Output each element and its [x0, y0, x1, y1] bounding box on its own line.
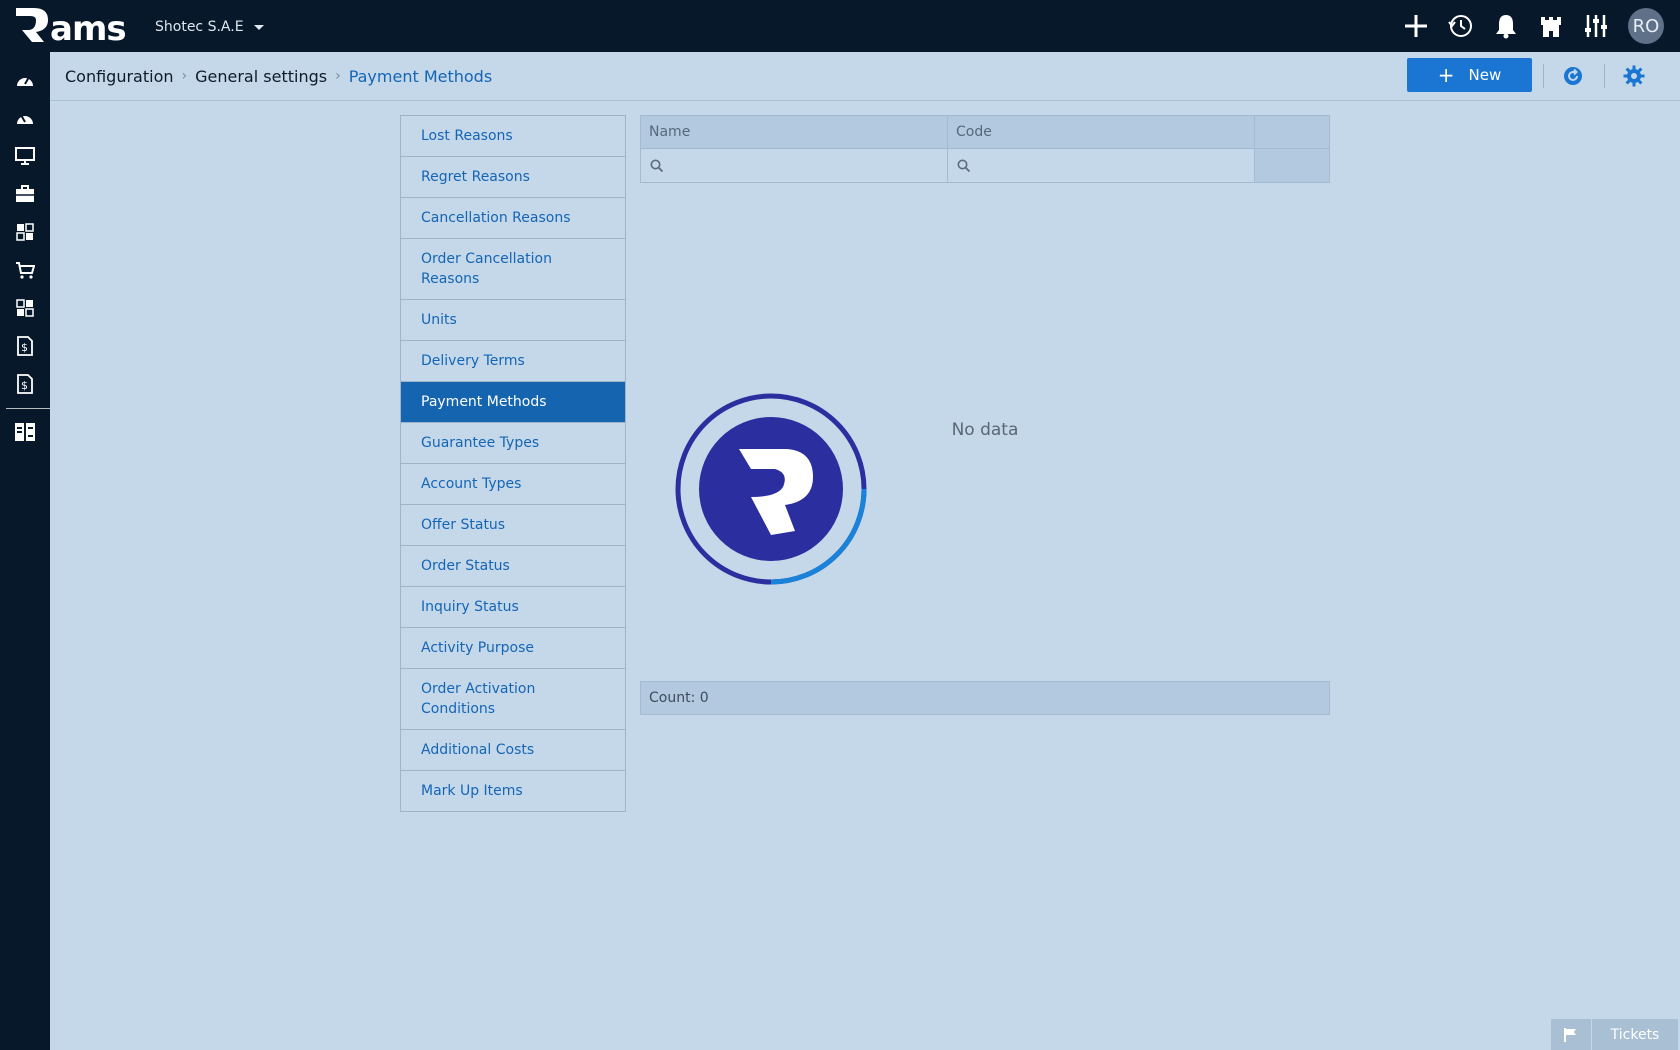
settings-item-cancellation-reasons[interactable]: Cancellation Reasons	[401, 198, 625, 239]
settings-item-lost-reasons[interactable]: Lost Reasons	[401, 116, 625, 157]
modules-alt-icon[interactable]	[0, 290, 50, 326]
app-logo[interactable]: ams	[10, 4, 132, 49]
new-button-label: New	[1468, 66, 1502, 84]
refresh-icon[interactable]	[1559, 62, 1587, 90]
settings-item-additional-costs[interactable]: Additional Costs	[401, 730, 625, 771]
castle-icon[interactable]	[1533, 8, 1569, 44]
settings-item-offer-status[interactable]: Offer Status	[401, 505, 625, 546]
breadcrumb-bar: Configuration › General settings › Payme…	[50, 52, 1680, 101]
code-filter-input[interactable]	[948, 149, 1255, 182]
cart-icon[interactable]	[0, 252, 50, 288]
modules-icon[interactable]	[0, 214, 50, 250]
breadcrumb-current: Payment Methods	[348, 66, 493, 86]
svg-text:$: $	[21, 341, 28, 354]
invoice-icon[interactable]: $	[0, 328, 50, 364]
grid-header-row: Name Code	[640, 115, 1330, 149]
flag-icon	[1551, 1019, 1592, 1050]
reports-icon[interactable]	[0, 414, 50, 450]
search-icon	[957, 159, 971, 172]
column-header-code[interactable]: Code	[948, 116, 1255, 148]
settings-item-mark-up-items[interactable]: Mark Up Items	[401, 771, 625, 811]
caret-down-icon	[253, 24, 264, 30]
breadcrumb-general-settings[interactable]: General settings	[195, 67, 327, 86]
settings-item-order-status[interactable]: Order Status	[401, 546, 625, 587]
breadcrumb-configuration[interactable]: Configuration	[65, 67, 174, 86]
tickets-button[interactable]: Tickets	[1551, 1019, 1678, 1050]
column-header-name[interactable]: Name	[641, 116, 948, 148]
briefcase-icon[interactable]	[0, 176, 50, 212]
side-nav: $ $	[0, 52, 50, 1050]
search-icon	[650, 159, 664, 172]
sliders-icon[interactable]	[1578, 8, 1614, 44]
plus-icon: +	[1437, 63, 1455, 87]
history-icon[interactable]	[1443, 8, 1479, 44]
company-selector[interactable]: Shotec S.A.E	[155, 0, 264, 52]
company-name: Shotec S.A.E	[155, 19, 244, 35]
user-avatar[interactable]: RO	[1628, 8, 1664, 44]
loading-spinner-icon	[675, 393, 867, 585]
name-filter-input[interactable]	[641, 149, 948, 182]
settings-item-order-cancellation-reasons[interactable]: Order Cancellation Reasons	[401, 239, 625, 300]
settings-item-order-activation-conditions[interactable]: Order Activation Conditions	[401, 669, 625, 730]
plus-icon[interactable]	[1398, 8, 1434, 44]
settings-item-inquiry-status[interactable]: Inquiry Status	[401, 587, 625, 628]
monitor-icon[interactable]	[0, 138, 50, 174]
settings-item-regret-reasons[interactable]: Regret Reasons	[401, 157, 625, 198]
bell-icon[interactable]	[1488, 8, 1524, 44]
sidebar-divider	[6, 408, 50, 409]
data-grid: Name Code	[640, 115, 1330, 183]
gear-icon[interactable]	[1620, 62, 1648, 90]
settings-category-list: Lost Reasons Regret Reasons Cancellation…	[400, 115, 626, 812]
grid-filter-row	[640, 149, 1330, 183]
settings-item-activity-purpose[interactable]: Activity Purpose	[401, 628, 625, 669]
settings-item-guarantee-types[interactable]: Guarantee Types	[401, 423, 625, 464]
settings-item-account-types[interactable]: Account Types	[401, 464, 625, 505]
top-bar: ams Shotec S.A.E RO	[0, 0, 1680, 52]
svg-text:$: $	[21, 379, 28, 392]
settings-item-units[interactable]: Units	[401, 300, 625, 341]
toolbar-divider	[1543, 64, 1544, 88]
chevron-right-icon: ›	[181, 68, 188, 84]
settings-item-delivery-terms[interactable]: Delivery Terms	[401, 341, 625, 382]
filter-actions-cell	[1255, 149, 1329, 182]
invoice-alt-icon[interactable]: $	[0, 366, 50, 402]
dashboard-alt-icon[interactable]	[0, 100, 50, 136]
grid-count: Count: 0	[640, 681, 1330, 715]
settings-item-payment-methods[interactable]: Payment Methods	[401, 382, 625, 423]
svg-text:ams: ams	[50, 9, 126, 46]
breadcrumb: Configuration › General settings › Payme…	[65, 52, 492, 100]
chevron-right-icon: ›	[335, 68, 341, 84]
column-header-actions	[1255, 116, 1329, 148]
tickets-label: Tickets	[1610, 1026, 1660, 1043]
toolbar-divider	[1604, 64, 1605, 88]
dashboard-icon[interactable]	[0, 62, 50, 98]
new-button[interactable]: + New	[1407, 58, 1532, 92]
